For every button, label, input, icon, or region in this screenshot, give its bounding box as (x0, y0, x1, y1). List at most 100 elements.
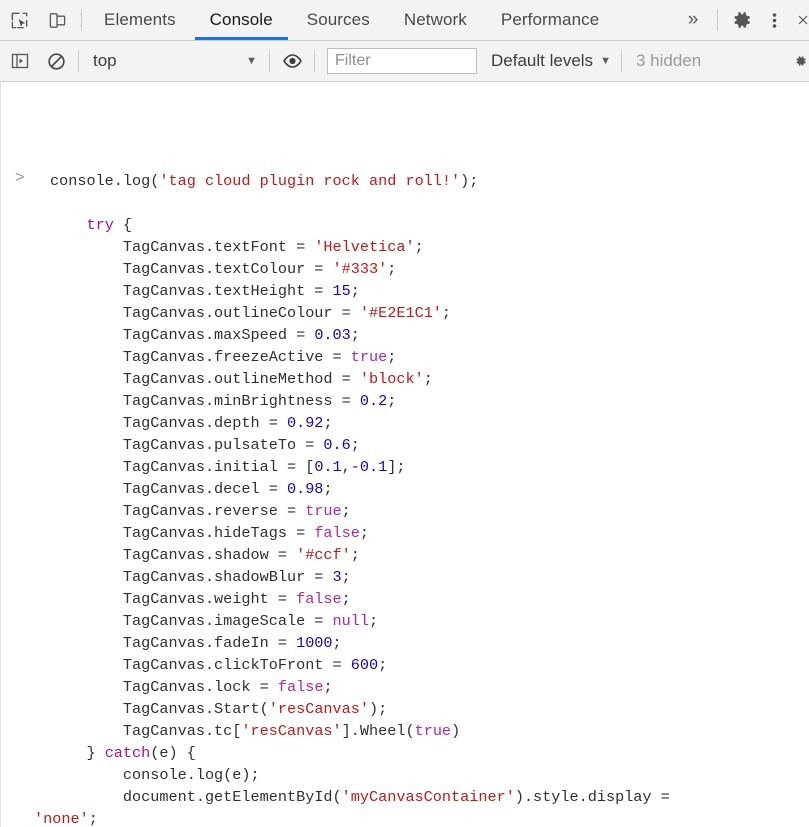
code-line: TagCanvas.Start('resCanvas'); (50, 698, 670, 720)
code-token: true (350, 348, 388, 366)
code-token: TagCanvas.depth = (50, 414, 287, 432)
chevron-down-icon: ▼ (246, 55, 257, 67)
code-line: TagCanvas.maxSpeed = 0.03; (50, 324, 670, 346)
code-token: 'myCanvasContainer' (341, 788, 515, 806)
code-line: TagCanvas.pulsateTo = 0.6; (50, 434, 670, 456)
code-token: ; (414, 238, 424, 256)
code-token: ; (350, 436, 360, 454)
console-settings-icon[interactable] (787, 51, 807, 71)
close-icon[interactable] (787, 0, 809, 40)
code-token: TagCanvas.textColour = (50, 260, 333, 278)
code-token: ; (350, 326, 360, 344)
console-toolbar-divider-3 (314, 50, 315, 72)
console-toolbar-divider-2 (269, 50, 270, 72)
code-token: ; (350, 282, 360, 300)
more-tabs-icon[interactable]: » (674, 0, 712, 40)
inspect-element-icon[interactable] (0, 0, 38, 40)
code-line: document.getElementById('myCanvasContain… (50, 786, 670, 808)
code-token: TagCanvas.decel = (50, 480, 287, 498)
code-line: TagCanvas.shadowBlur = 3; (50, 566, 670, 588)
code-token: ) (451, 722, 461, 740)
tab-performance[interactable]: Performance (484, 0, 616, 40)
log-levels-label: Default levels (491, 51, 594, 70)
filter-input[interactable] (327, 48, 477, 74)
code-token: TagCanvas.pulsateTo = (50, 436, 324, 454)
code-token: ; (323, 480, 333, 498)
code-token: 0.03 (314, 326, 351, 344)
chevron-down-icon-levels: ▼ (600, 55, 611, 67)
code-token: ; (441, 304, 452, 322)
code-line: TagCanvas.depth = 0.92; (50, 412, 670, 434)
code-line: TagCanvas.hideTags = false; (50, 522, 670, 544)
code-token: ; (378, 656, 388, 674)
code-token: ; (387, 260, 397, 278)
device-toolbar-icon[interactable] (38, 0, 76, 40)
code-token: ; (88, 810, 98, 827)
code-token: ; (332, 634, 342, 652)
code-token: 0.92 (286, 414, 324, 432)
code-token: null (332, 612, 370, 630)
code-token: ; (323, 678, 333, 696)
code-token: '#ccf' (296, 546, 351, 564)
code-token: 0.2 (359, 392, 388, 410)
tab-console[interactable]: Console (193, 0, 290, 40)
code-token: 'resCanvas' (268, 700, 370, 718)
console-sidebar-icon[interactable] (2, 52, 38, 70)
more-options-icon[interactable] (761, 0, 787, 40)
tab-network[interactable]: Network (387, 0, 484, 40)
code-token: ; (350, 546, 360, 564)
code-line: TagCanvas.fadeIn = 1000; (50, 632, 670, 654)
tab-elements[interactable]: Elements (87, 0, 193, 40)
toolbar-divider (81, 9, 82, 31)
code-token: ); (369, 700, 388, 718)
console-message-list[interactable]: > console.log('tag cloud plugin rock and… (0, 82, 809, 827)
panel-tabs: Elements Console Sources Network Perform… (87, 0, 616, 40)
code-line: TagCanvas.textColour = '#333'; (50, 258, 670, 280)
code-token: TagCanvas.minBrightness = (50, 392, 360, 410)
code-line: TagCanvas.shadow = '#ccf'; (50, 544, 670, 566)
code-token: TagCanvas.textFont = (50, 238, 315, 256)
tab-sources[interactable]: Sources (290, 0, 387, 40)
code-token: 'Helvetica' (314, 238, 415, 256)
code-line: TagCanvas.clickToFront = 600; (50, 654, 670, 676)
code-token: 'none' (34, 810, 89, 827)
code-token: 'tag cloud plugin rock and roll!' (159, 172, 461, 190)
code-token: TagCanvas.initial = [ (50, 458, 315, 476)
code-line: TagCanvas.initial = [0.1,-0.1]; (50, 456, 670, 478)
code-token: TagCanvas.imageScale = (50, 612, 333, 630)
code-line: TagCanvas.outlineMethod = 'block'; (50, 368, 670, 390)
code-line: TagCanvas.minBrightness = 0.2; (50, 390, 670, 412)
code-line: TagCanvas.decel = 0.98; (50, 478, 670, 500)
code-token: TagCanvas.lock = (50, 678, 278, 696)
code-token: 15 (332, 282, 351, 300)
code-line: try { (50, 214, 670, 236)
hidden-messages-count[interactable]: 3 hidden (626, 51, 711, 71)
execution-context-select[interactable]: top ▼ (83, 51, 265, 71)
code-token: console.log( (50, 172, 160, 190)
clear-console-icon[interactable] (38, 52, 74, 71)
code-line: TagCanvas.textFont = 'Helvetica'; (50, 236, 670, 258)
code-line: TagCanvas.reverse = true; (50, 500, 670, 522)
code-token: 1000 (296, 634, 333, 652)
live-expression-icon[interactable] (274, 52, 310, 70)
code-token: TagCanvas.reverse = (50, 502, 306, 520)
gear-icon[interactable] (723, 0, 761, 40)
code-line: TagCanvas.freezeActive = true; (50, 346, 670, 368)
code-token: ; (323, 414, 333, 432)
code-token: , (341, 458, 351, 476)
code-token: TagCanvas.weight = (50, 590, 297, 608)
console-input-code[interactable]: console.log('tag cloud plugin rock and r… (34, 170, 670, 827)
code-token: ; (423, 370, 433, 388)
code-token: ; (359, 524, 370, 542)
log-levels-select[interactable]: Default levels ▼ (485, 51, 617, 71)
code-token: true (414, 722, 452, 740)
code-token: (e) { (150, 744, 196, 762)
code-line: } catch(e) { (50, 742, 670, 764)
code-token: ).style.display = (514, 788, 670, 806)
code-token: TagCanvas.maxSpeed = (50, 326, 315, 344)
code-line: console.log('tag cloud plugin rock and r… (50, 170, 670, 192)
code-token: TagCanvas.Start( (50, 700, 269, 718)
code-token: TagCanvas.tc[ (50, 722, 242, 740)
console-toolbar-divider-4 (620, 50, 622, 72)
code-token: 0.1 (314, 458, 342, 476)
